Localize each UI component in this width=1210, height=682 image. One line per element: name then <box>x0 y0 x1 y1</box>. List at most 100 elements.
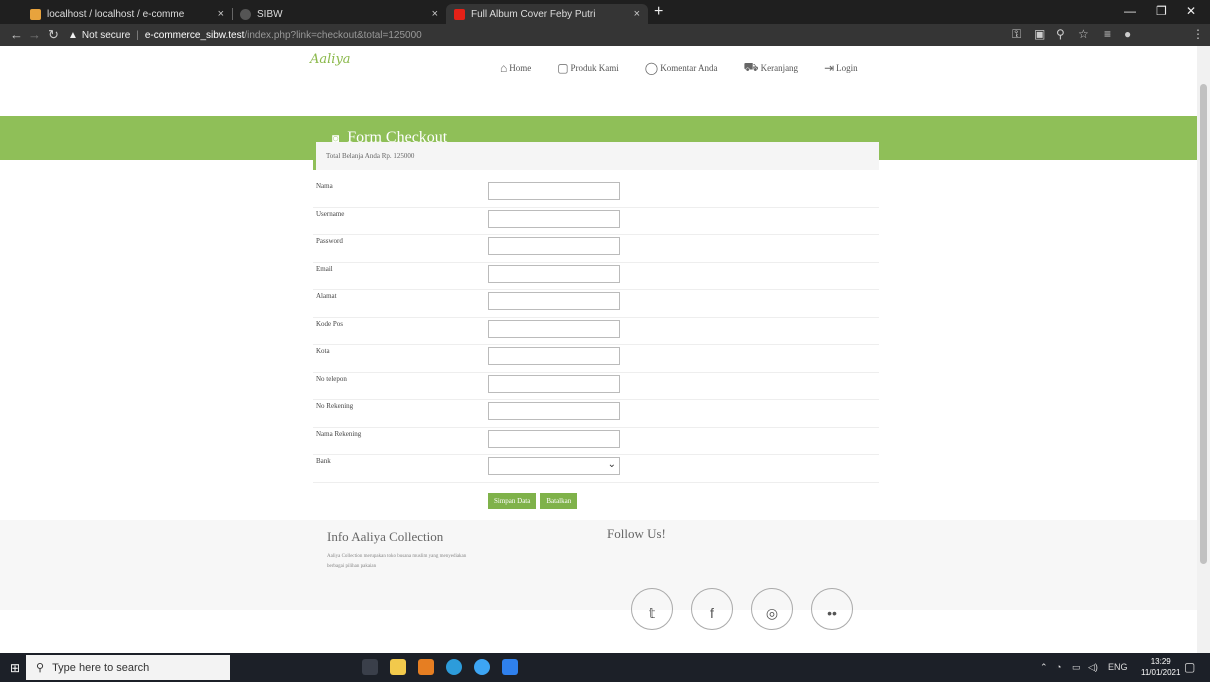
close-tab-icon[interactable]: × <box>432 8 438 20</box>
clock-time: 13:29 <box>1150 657 1171 666</box>
task-view-icon[interactable] <box>362 659 378 675</box>
taskbar-clock[interactable]: 13:29 11/01/2021 <box>1141 656 1180 678</box>
flickr-icon[interactable]: •• <box>811 588 853 630</box>
tab-title: SIBW <box>257 8 283 20</box>
reading-list-icon[interactable]: ≡ <box>1104 27 1111 41</box>
reload-icon[interactable]: ↻ <box>48 27 59 43</box>
chrome-icon[interactable] <box>474 659 490 675</box>
alamat-input[interactable] <box>488 292 620 310</box>
nama-rekening-input[interactable] <box>488 429 620 448</box>
page-scrollbar[interactable] <box>1197 46 1210 653</box>
windows-taskbar: ⊞ ⚲ Type here to search ⌃ ◔ ▭ ◁) ENG 13:… <box>0 653 1210 682</box>
nav-label: Keranjang <box>760 63 799 73</box>
warning-icon: ▲ <box>68 29 78 41</box>
volume-icon[interactable]: ◁) <box>1088 662 1098 673</box>
window-close-icon[interactable]: ✕ <box>1186 4 1196 18</box>
nav-komentar[interactable]: ◯ Komentar Anda <box>645 60 718 76</box>
youtube-icon <box>454 8 465 20</box>
field-label: Username <box>316 209 345 218</box>
close-tab-icon[interactable]: × <box>634 8 640 20</box>
bookmark-star-icon[interactable]: ☆ <box>1078 27 1089 41</box>
bag-icon: ▢ <box>557 60 569 75</box>
xampp-icon[interactable] <box>418 659 434 675</box>
minimize-icon[interactable]: — <box>1124 4 1136 18</box>
username-input[interactable] <box>488 209 620 228</box>
security-label: Not secure <box>81 29 131 41</box>
form-row: Email <box>313 263 879 290</box>
instagram-icon[interactable]: ◎ <box>751 588 793 630</box>
reset-button[interactable]: Batalkan <box>540 493 578 509</box>
facebook-icon[interactable]: f <box>691 588 733 630</box>
separator: | <box>136 29 139 41</box>
loading-icon <box>240 8 251 20</box>
nav-produk[interactable]: ▢ Produk Kami <box>557 60 619 76</box>
browser-tab-sibw[interactable]: SIBW × <box>232 4 446 24</box>
field-label: No telepon <box>316 374 347 383</box>
browser-tab-localhost[interactable]: localhost / localhost / e-comme × <box>22 4 233 24</box>
language-indicator[interactable]: ENG <box>1108 662 1128 672</box>
nama-input[interactable] <box>488 182 620 200</box>
checkout-form: Nama Username Password Email Alamat Kode… <box>313 180 879 483</box>
footer-info-text: Aaliya Collection merupakan toko busana … <box>327 554 467 569</box>
twitter-icon[interactable]: 𝕥 <box>631 588 673 630</box>
field-label: Bank <box>316 457 331 465</box>
back-icon[interactable]: ← <box>10 27 23 42</box>
close-tab-icon[interactable]: × <box>218 8 224 20</box>
menu-kebab-icon[interactable]: ⋮ <box>1192 27 1204 41</box>
taskbar-search[interactable]: ⚲ Type here to search <box>26 655 230 680</box>
field-label: Kode Pos <box>316 319 344 328</box>
form-row: Bank ⌄ <box>313 455 879 483</box>
form-row: Password <box>313 235 879 263</box>
home-icon: ⌂ <box>500 60 508 75</box>
browser-tab-youtube[interactable]: Full Album Cover Feby Putri × <box>446 4 648 24</box>
tray-chevron-icon[interactable]: ⌃ <box>1040 662 1048 673</box>
field-label: Alamat <box>316 292 337 300</box>
kota-input[interactable] <box>488 347 620 365</box>
tab-title: Full Album Cover Feby Putri <box>471 8 596 20</box>
tab-title: localhost / localhost / e-comme <box>47 8 185 20</box>
no-rekening-input[interactable] <box>488 402 620 420</box>
site-logo[interactable]: Aaliya <box>310 52 351 67</box>
kode-pos-input[interactable] <box>488 319 620 338</box>
password-input[interactable] <box>488 237 620 255</box>
translate-icon[interactable]: ▣ <box>1034 27 1045 41</box>
chevron-down-icon: ⌄ <box>607 459 616 470</box>
maximize-icon[interactable]: ❐ <box>1156 4 1167 18</box>
scrollbar-thumb[interactable] <box>1200 84 1207 564</box>
cart-icon: ⛟ <box>743 60 759 74</box>
form-row: Nama <box>313 180 879 208</box>
save-button[interactable]: Simpan Data <box>488 493 537 509</box>
form-row: No Rekening <box>313 400 879 428</box>
nav-label: Login <box>836 63 858 73</box>
forward-icon[interactable]: → <box>28 27 41 42</box>
address-bar[interactable]: ▲ Not secure | e-commerce_sibw.test /ind… <box>68 26 998 44</box>
login-icon: ⇥ <box>824 60 835 75</box>
zoom-icon[interactable]: ⚲ <box>1056 27 1065 41</box>
form-row: Nama Rekening <box>313 428 879 455</box>
notification-icon[interactable]: ▢ <box>1184 660 1195 674</box>
new-tab-button[interactable]: + <box>654 4 663 20</box>
windows-start-icon[interactable]: ⊞ <box>10 661 20 675</box>
edge-icon[interactable] <box>446 659 462 675</box>
word-icon[interactable] <box>502 659 518 675</box>
phpmyadmin-icon <box>30 8 41 20</box>
browser-toolbar: ← → ↻ ▲ Not secure | e-commerce_sibw.tes… <box>0 24 1210 46</box>
file-explorer-icon[interactable] <box>390 659 406 675</box>
form-row: Kode Pos <box>313 318 879 345</box>
email-input[interactable] <box>488 264 620 283</box>
browser-tab-bar: localhost / localhost / e-comme × SIBW ×… <box>0 0 1210 24</box>
nav-login[interactable]: ⇥ Login <box>824 60 858 76</box>
main-nav: ⌂ Home ▢ Produk Kami ◯ Komentar Anda ⛟ K… <box>500 60 884 76</box>
search-icon: ⚲ <box>36 662 45 674</box>
form-row: Alamat <box>313 290 879 318</box>
battery-icon[interactable]: ▭ <box>1072 662 1081 673</box>
telepon-input[interactable] <box>488 374 620 393</box>
field-label: Password <box>316 237 343 245</box>
bank-select[interactable]: ⌄ <box>488 457 620 475</box>
nav-home[interactable]: ⌂ Home <box>500 60 531 76</box>
field-label: Email <box>316 264 333 273</box>
key-icon[interactable]: ⚿ <box>1012 27 1021 42</box>
network-icon[interactable]: ◔ <box>1056 662 1061 672</box>
profile-avatar-icon[interactable]: ● <box>1124 27 1131 41</box>
nav-keranjang[interactable]: ⛟ Keranjang <box>743 60 798 76</box>
